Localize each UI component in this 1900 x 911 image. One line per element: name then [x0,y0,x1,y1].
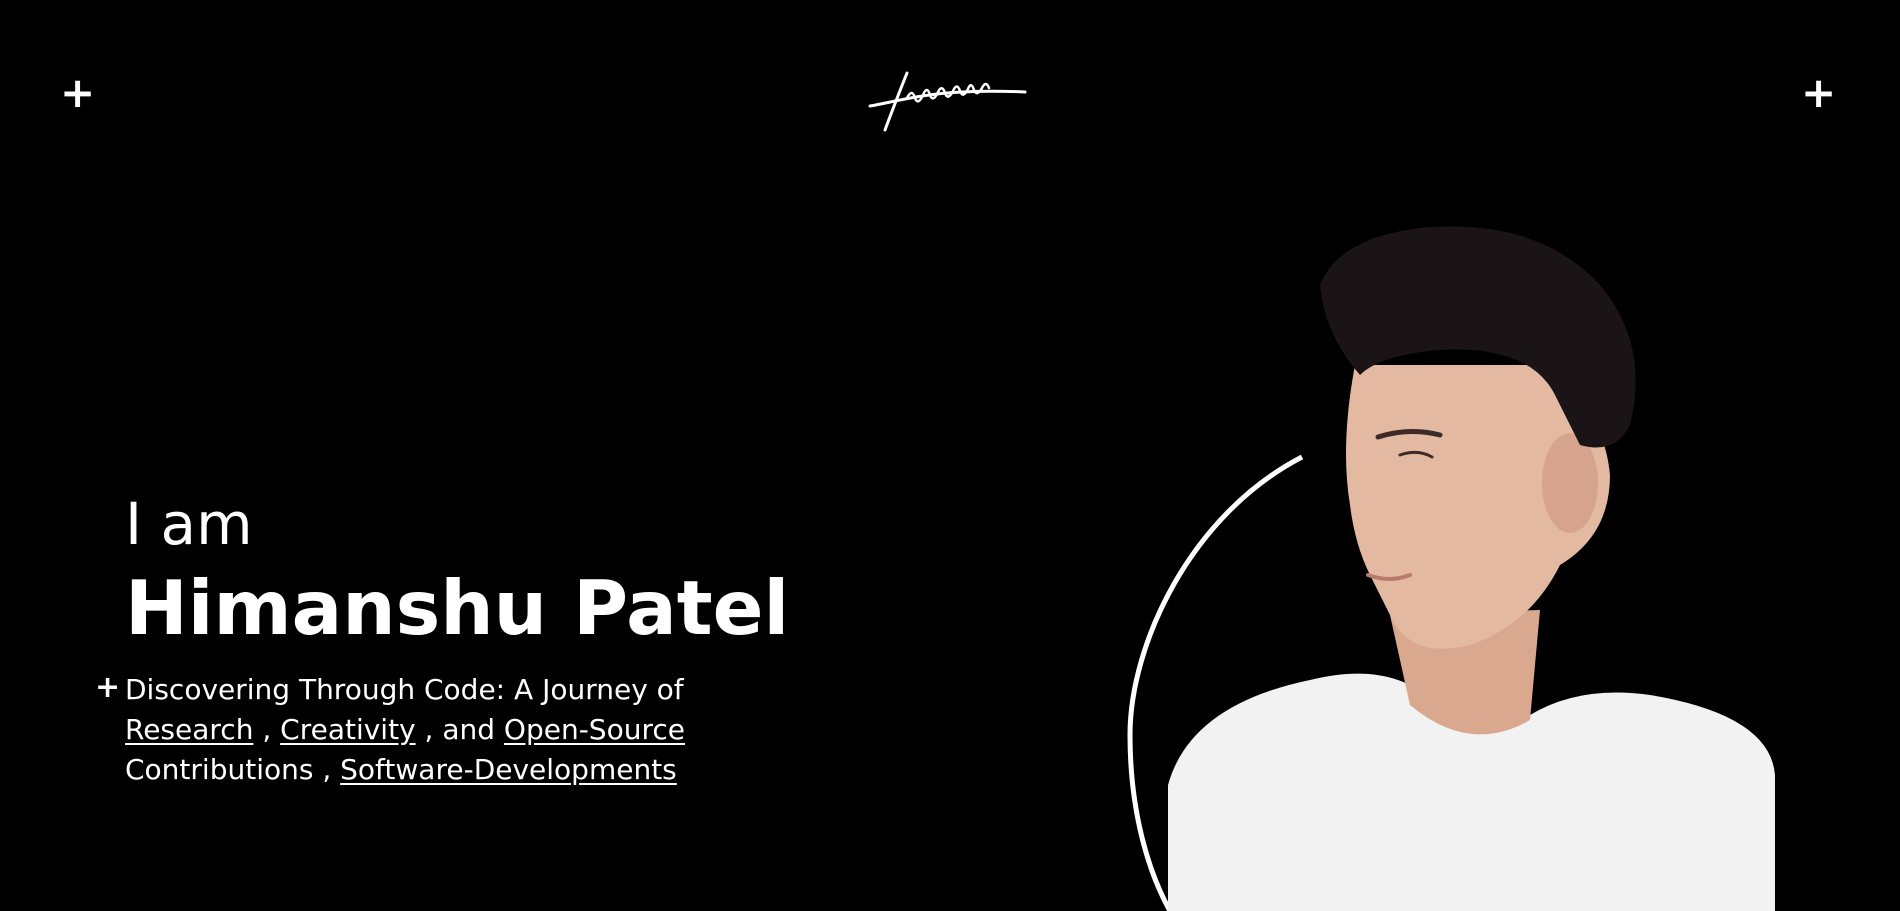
tagline: + Discovering Through Code: A Journey of… [95,670,775,790]
tagline-sep-2: , and [415,713,504,746]
tagline-lead: Discovering Through Code: A Journey of [125,673,684,706]
hero-name: Himanshu Patel [125,564,790,652]
page: + + I am Himanshu Patel + Discovering Th… [0,0,1900,911]
tagline-plus-icon: + [95,670,121,705]
link-software-developments[interactable]: Software-Developments [340,753,677,786]
intro-text: I am [125,490,253,558]
tagline-sep-3: , [313,753,341,786]
link-creativity[interactable]: Creativity [280,713,416,746]
tagline-mid: Contributions [125,753,314,786]
link-research[interactable]: Research [125,713,253,746]
link-open-source[interactable]: Open-Source [504,713,685,746]
right-plus-icon[interactable]: + [1801,72,1836,114]
hero-section: I am Himanshu Patel + Discovering Throug… [95,486,845,790]
left-plus-icon[interactable]: + [60,72,95,114]
tagline-sep-1: , [253,713,281,746]
portrait-image [1127,226,1775,911]
signature-logo[interactable] [865,58,1035,138]
portrait-ear [1542,433,1598,533]
